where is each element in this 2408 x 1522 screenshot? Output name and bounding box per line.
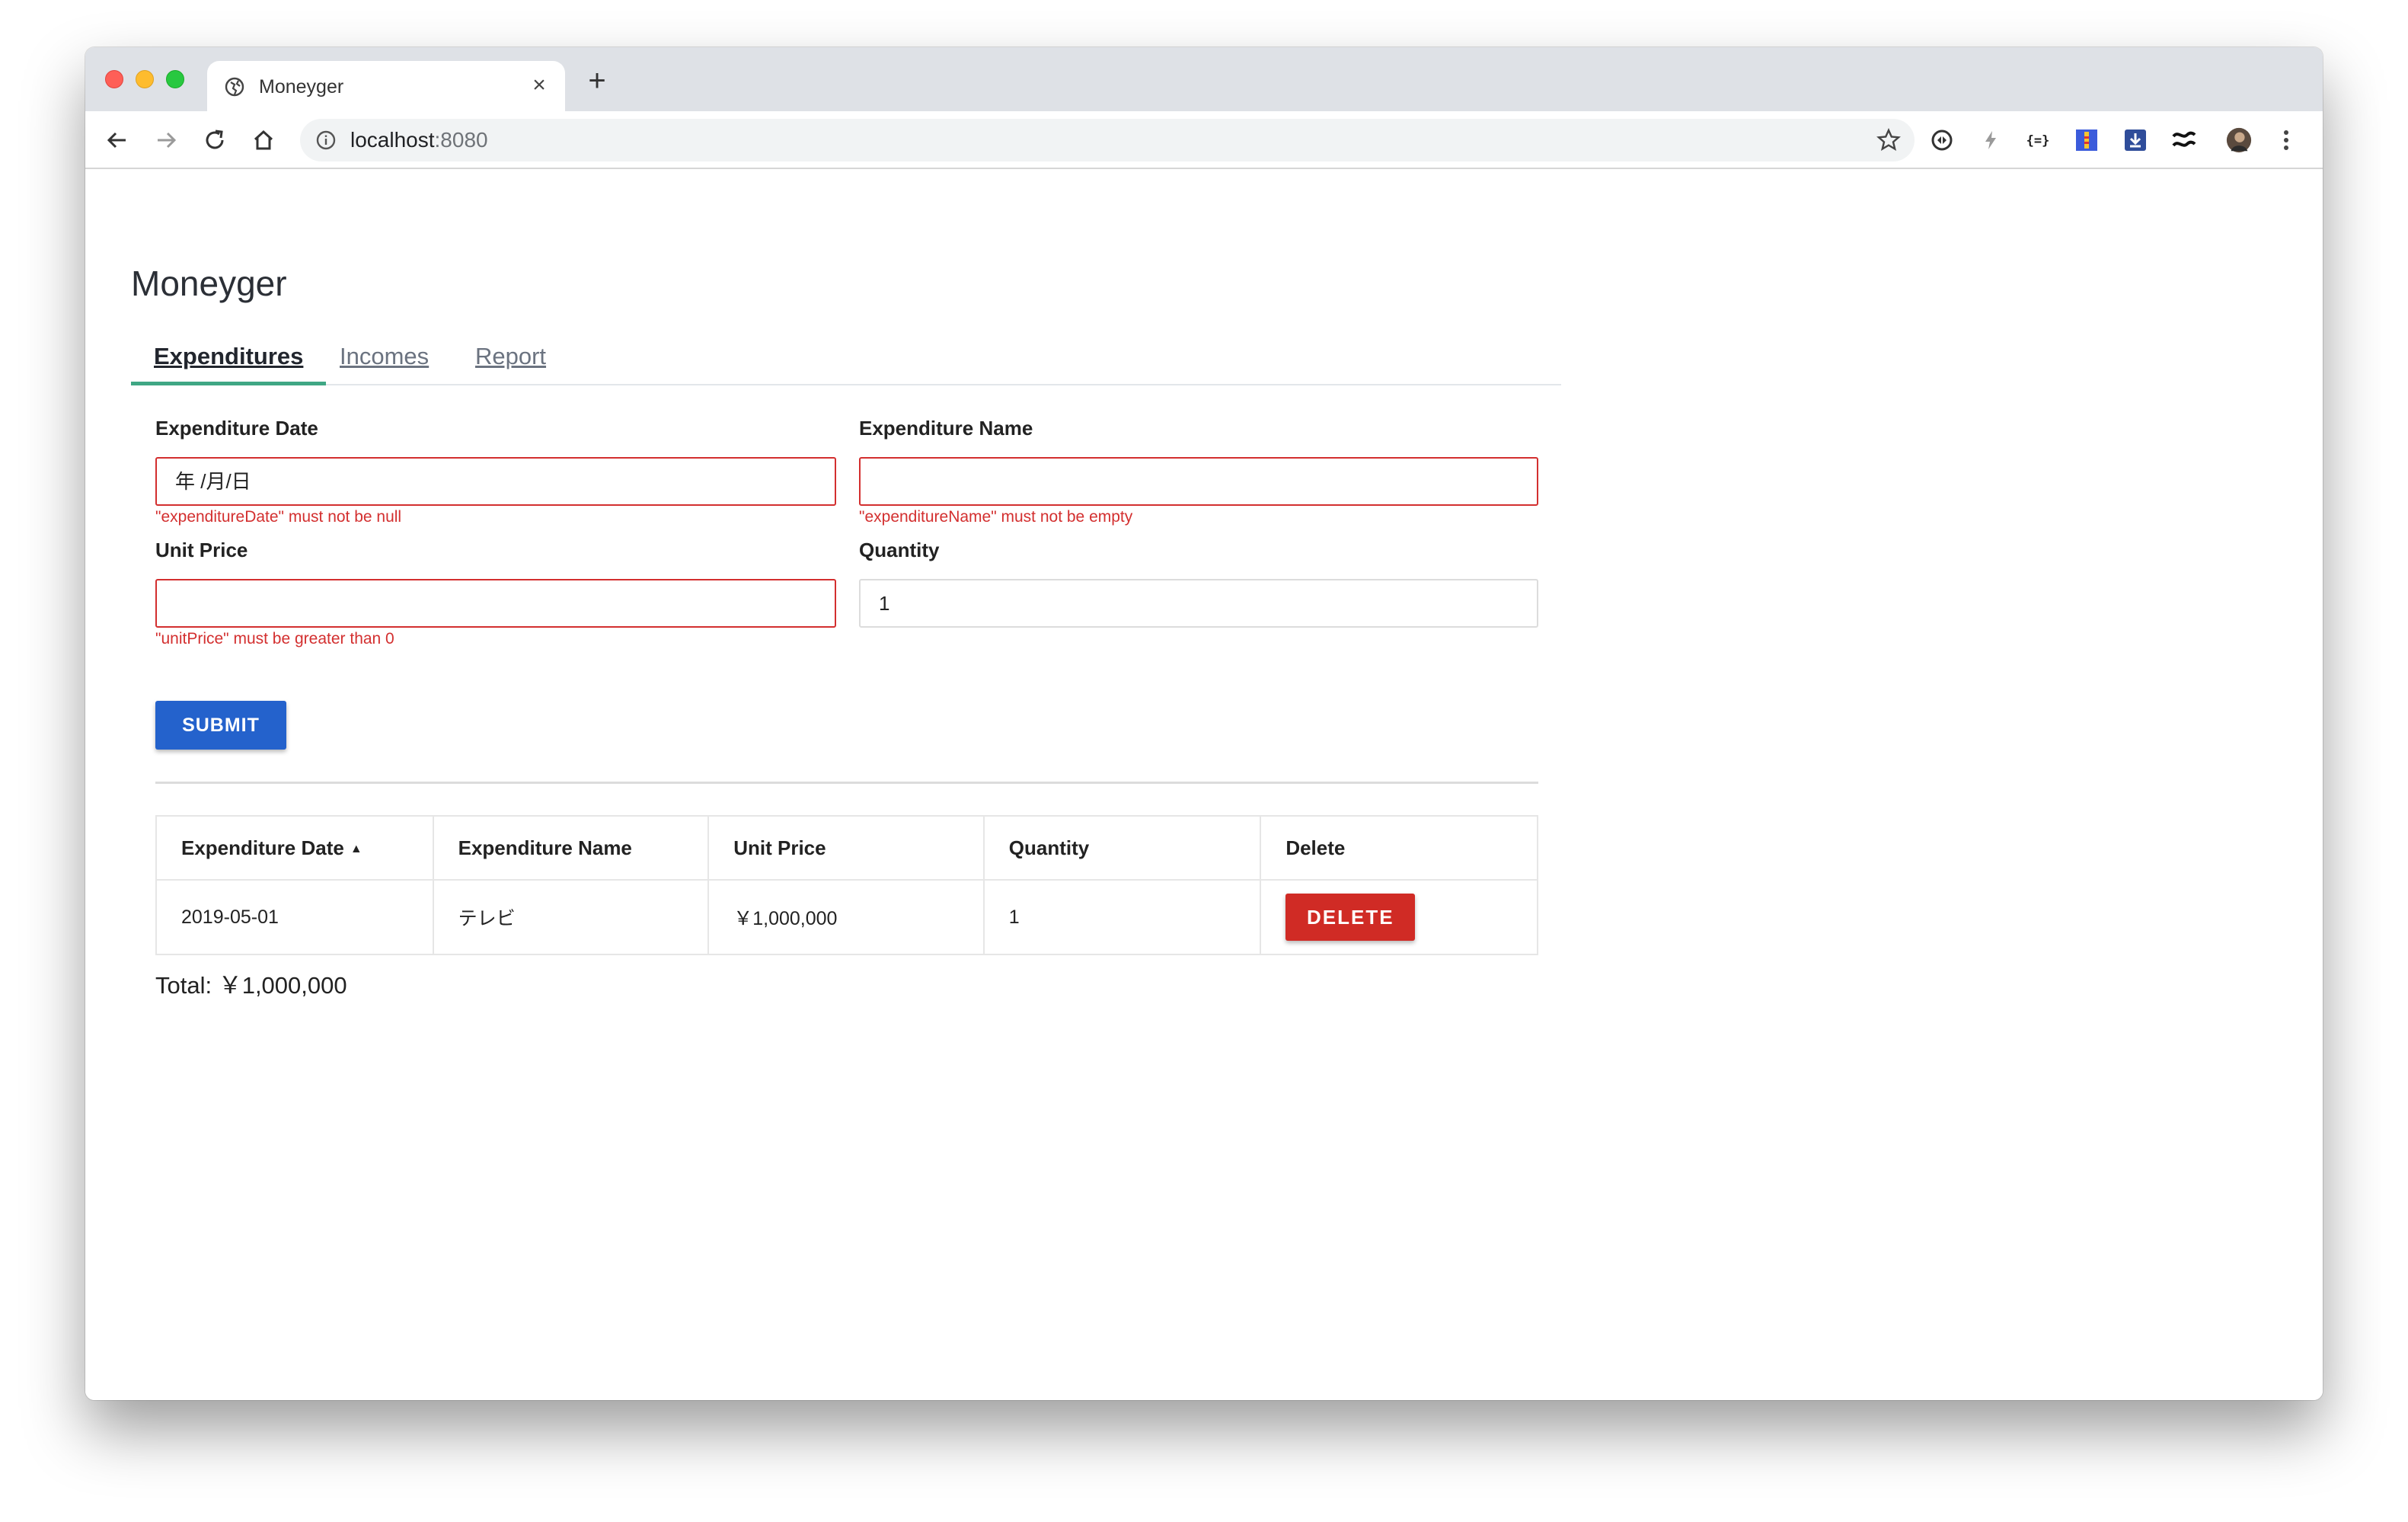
unit-price-input[interactable] [155,579,836,628]
unit-price-error: "unitPrice" must be greater than 0 [155,630,394,647]
arrow-left-icon [107,132,126,149]
table-header-row: Expenditure Date ▲ Expenditure Name Unit … [155,815,1538,881]
more-vertical-icon [2284,130,2288,150]
expenditure-name-input[interactable] [859,457,1538,506]
expenditure-name-error: "expenditureName" must not be empty [859,508,1133,526]
address-bar[interactable]: localhost:8080 [300,119,1915,161]
lightning-extension-icon[interactable] [1977,126,2004,154]
home-button[interactable] [248,125,279,155]
new-tab-button[interactable]: + [582,66,612,96]
url-host: localhost [350,128,435,152]
header-quantity[interactable]: Quantity [982,815,1262,881]
profile-avatar[interactable] [2225,126,2253,154]
url-port: :8080 [434,128,488,152]
browser-toolbar: localhost:8080 {=} [85,111,2323,169]
info-icon[interactable] [315,129,337,151]
sort-ascending-icon: ▲ [350,842,362,855]
header-label: Expenditure Date [181,836,344,859]
expenditure-name-label: Expenditure Name [859,417,1033,440]
cell-quantity: 1 [982,879,1262,955]
header-expenditure-name[interactable]: Expenditure Name [432,815,710,881]
reload-icon [206,129,224,149]
cell-date: 2019-05-01 [155,879,434,955]
globe-icon [225,77,244,97]
header-expenditure-date[interactable]: Expenditure Date ▲ [155,815,434,881]
forward-button[interactable] [151,125,181,155]
arrow-right-icon [158,132,177,149]
cell-delete: DELETE [1260,879,1538,955]
tab-strip: Moneyger × + [85,47,2323,111]
lightning-icon [1985,131,1996,149]
tab-title: Moneyger [259,76,344,98]
star-icon[interactable] [1876,128,1901,152]
sync-extension-icon[interactable] [1928,126,1956,154]
reload-button[interactable] [200,125,230,155]
close-tab-icon[interactable]: × [525,72,553,99]
cell-name: テレビ [432,879,710,955]
tab-report[interactable]: Report [475,335,546,385]
lighthouse-icon [2076,129,2097,151]
sync-icon [1931,129,1953,151]
url-text: localhost:8080 [350,128,488,152]
delete-button[interactable]: DELETE [1285,894,1416,941]
lighthouse-extension-icon[interactable] [2073,126,2100,154]
browser-tab[interactable]: Moneyger × [207,61,565,111]
tab-expenditures[interactable]: Expenditures [131,335,327,385]
maximize-window-button[interactable] [166,70,184,88]
download-extension-icon[interactable] [2122,126,2149,154]
minimize-window-button[interactable] [136,70,154,88]
submit-button[interactable]: SUBMIT [155,701,286,750]
expenditures-table: Expenditure Date ▲ Expenditure Name Unit … [155,815,1538,955]
back-button[interactable] [102,125,133,155]
close-window-button[interactable] [105,70,123,88]
home-icon [254,129,273,150]
expenditure-date-input[interactable]: 年 /月/日 [155,457,836,506]
quantity-label: Quantity [859,539,940,561]
expenditure-date-label: Expenditure Date [155,417,318,440]
divider [155,782,1538,784]
cell-unit-price: ￥1,000,000 [707,879,985,955]
quantity-input[interactable] [859,579,1538,628]
total-amount: Total: ￥1,000,000 [155,972,347,999]
svg-text:{=}: {=} [2026,133,2050,149]
avatar-icon [2226,127,2252,153]
wave-icon [2172,131,2196,147]
tab-incomes[interactable]: Incomes [340,335,429,385]
header-unit-price[interactable]: Unit Price [707,815,985,881]
nav-tabs: Expenditures Incomes Report [131,335,1561,385]
menu-kebab-icon[interactable] [2272,126,2300,154]
json-braces-icon: {=} [2026,133,2050,149]
wave-extension-icon[interactable] [2170,126,2198,154]
header-delete: Delete [1260,815,1538,881]
browser-window: Moneyger × + localhost:8080 {=} Moneyger… [85,47,2323,1400]
app-title: Moneyger [131,264,287,303]
unit-price-label: Unit Price [155,539,248,561]
table-row: 2019-05-01 テレビ ￥1,000,000 1 DELETE [155,879,1538,955]
json-extension-icon[interactable]: {=} [2024,126,2052,154]
page-content: Moneyger Expenditures Incomes Report Exp… [85,169,2323,1400]
download-icon [2125,129,2146,151]
expenditure-date-error: "expenditureDate" must not be null [155,508,402,526]
